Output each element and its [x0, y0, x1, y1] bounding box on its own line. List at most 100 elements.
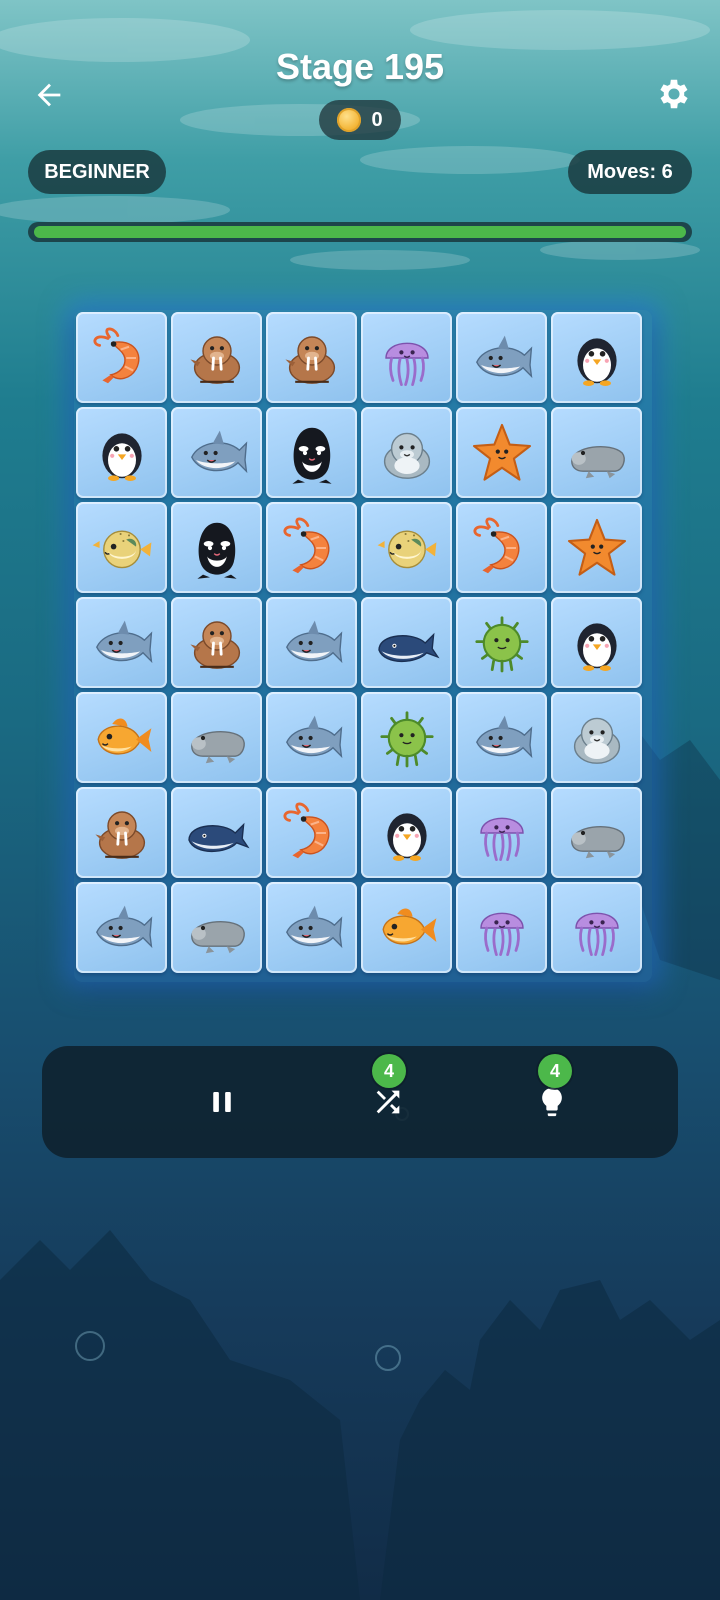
tile-pufferfish[interactable] — [361, 502, 452, 593]
shrimp-icon — [93, 327, 139, 383]
pufferfish-icon — [377, 530, 436, 568]
difficulty-badge: BEGINNER — [28, 150, 166, 194]
coin-icon — [337, 108, 362, 132]
jellyfish-icon — [479, 817, 524, 861]
tile-walrus[interactable] — [171, 312, 262, 403]
shark-icon — [95, 620, 152, 663]
whale-icon — [187, 822, 250, 852]
tile-jellyfish[interactable] — [456, 882, 547, 973]
tile-manatee[interactable] — [171, 692, 262, 783]
tile-shark[interactable] — [76, 597, 167, 688]
tile-seal[interactable] — [551, 692, 642, 783]
tile-jellyfish[interactable] — [551, 882, 642, 973]
shark-icon — [285, 715, 342, 758]
hint-count-badge: 4 — [538, 1054, 572, 1088]
sea-urchin-icon — [474, 615, 529, 672]
tile-walrus[interactable] — [76, 787, 167, 878]
tile-pufferfish[interactable] — [76, 502, 167, 593]
jellyfish-icon — [479, 912, 524, 956]
tile-whale[interactable] — [361, 597, 452, 688]
lightbulb-icon — [542, 1087, 562, 1117]
seal-icon — [573, 717, 620, 764]
jellyfish-icon — [384, 342, 429, 386]
tile-shark[interactable] — [266, 597, 357, 688]
starfish-icon — [472, 423, 531, 481]
tile-orca[interactable] — [171, 502, 262, 593]
tile-starfish[interactable] — [456, 407, 547, 498]
tile-sea-urchin[interactable] — [456, 597, 547, 688]
penguin-icon — [101, 432, 142, 481]
orca-icon — [291, 427, 332, 484]
tile-jellyfish[interactable] — [456, 787, 547, 878]
shuffle-icon — [376, 1090, 400, 1114]
tile-board — [74, 310, 652, 982]
tile-penguin[interactable] — [551, 597, 642, 688]
tile-shark[interactable] — [266, 692, 357, 783]
manatee-icon — [570, 445, 625, 478]
stage-title: Stage 195 — [275, 46, 445, 87]
shark-icon — [190, 430, 247, 473]
starfish-icon — [567, 518, 626, 576]
shrimp-icon — [283, 517, 329, 573]
tile-shark[interactable] — [456, 312, 547, 403]
shuffle-count-badge: 4 — [372, 1054, 406, 1088]
tile-manatee[interactable] — [171, 882, 262, 973]
penguin-icon — [576, 622, 617, 671]
coin-counter: 0 — [319, 100, 401, 140]
shark-icon — [475, 335, 532, 378]
pause-button[interactable] — [194, 1074, 250, 1130]
goldfish-icon — [96, 717, 151, 755]
tile-penguin[interactable] — [361, 787, 452, 878]
manatee-icon — [190, 920, 245, 953]
tile-walrus[interactable] — [171, 597, 262, 688]
settings-button[interactable] — [650, 70, 698, 118]
tile-goldfish[interactable] — [76, 692, 167, 783]
whale-icon — [377, 632, 440, 662]
tile-starfish[interactable] — [551, 502, 642, 593]
penguin-icon — [386, 812, 427, 861]
tile-shrimp[interactable] — [76, 312, 167, 403]
tile-manatee[interactable] — [551, 787, 642, 878]
tile-penguin[interactable] — [551, 312, 642, 403]
sea-urchin-icon — [379, 710, 434, 767]
moves-counter: Moves: 6 — [568, 150, 692, 194]
walrus-icon — [94, 810, 145, 859]
shrimp-icon — [283, 802, 329, 858]
tile-penguin[interactable] — [76, 407, 167, 498]
progress-fill — [34, 226, 686, 238]
bottom-toolbar — [42, 1046, 678, 1158]
tile-shrimp[interactable] — [456, 502, 547, 593]
seal-icon — [383, 432, 430, 479]
coin-count: 0 — [371, 108, 383, 131]
manatee-icon — [570, 825, 625, 858]
tile-shark[interactable] — [171, 407, 262, 498]
tile-walrus[interactable] — [266, 312, 357, 403]
tile-jellyfish[interactable] — [361, 312, 452, 403]
tile-shark[interactable] — [266, 882, 357, 973]
tile-orca[interactable] — [266, 407, 357, 498]
pause-icon — [213, 1092, 231, 1112]
top-bar: Stage 195 0 BEGINNER Moves: 6 — [0, 0, 720, 242]
orca-icon — [196, 522, 237, 579]
shark-icon — [95, 905, 152, 948]
tile-goldfish[interactable] — [361, 882, 452, 973]
pufferfish-icon — [92, 530, 151, 568]
tile-shrimp[interactable] — [266, 787, 357, 878]
tile-shark[interactable] — [76, 882, 167, 973]
shrimp-icon — [473, 517, 519, 573]
tile-whale[interactable] — [171, 787, 262, 878]
shark-icon — [475, 715, 532, 758]
tile-manatee[interactable] — [551, 407, 642, 498]
walrus-icon — [189, 620, 240, 669]
gear-icon — [660, 79, 688, 109]
walrus-icon — [284, 335, 335, 384]
tile-shrimp[interactable] — [266, 502, 357, 593]
progress-bar — [28, 222, 692, 242]
jellyfish-icon — [574, 912, 619, 956]
tile-sea-urchin[interactable] — [361, 692, 452, 783]
walrus-icon — [189, 335, 240, 384]
tile-shark[interactable] — [456, 692, 547, 783]
shark-icon — [285, 905, 342, 948]
tile-seal[interactable] — [361, 407, 452, 498]
goldfish-icon — [381, 907, 436, 945]
